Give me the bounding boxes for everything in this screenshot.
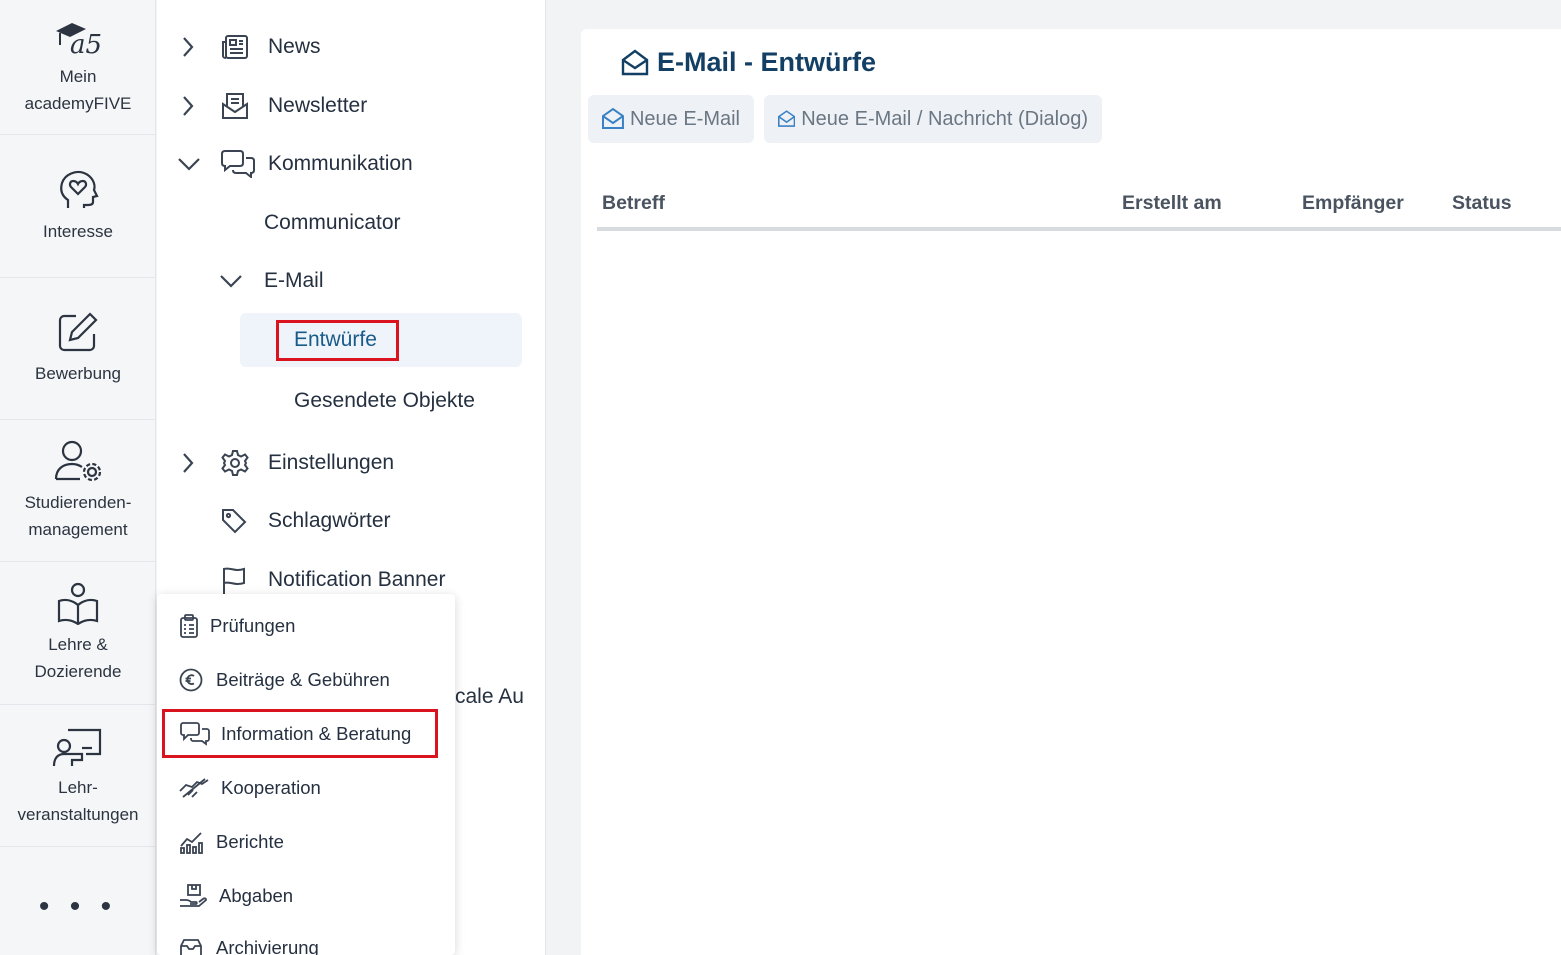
- chevron-down-icon: [178, 158, 200, 171]
- new-email-label: Neue E-Mail: [629, 107, 740, 130]
- hand-box-icon: [180, 884, 207, 907]
- tree-item-gesendete-objekte[interactable]: Gesendete Objekte: [157, 381, 537, 421]
- newspaper-icon: [222, 35, 248, 59]
- tree-label-gesendete: Gesendete Objekte: [294, 389, 475, 412]
- tree-label-partial: cale Au: [455, 685, 524, 708]
- menu-item-beitraege-gebuehren[interactable]: Beiträge & Gebühren: [157, 656, 455, 704]
- bar-chart-icon: [180, 832, 203, 854]
- book-reader-icon: [57, 582, 99, 625]
- highlight-box-entwuerfe: [276, 320, 399, 361]
- tree-label-einstellungen: Einstellungen: [268, 451, 395, 474]
- presentation-icon: [52, 728, 102, 766]
- chevron-down-icon: [220, 275, 242, 288]
- column-header-erstellt-am[interactable]: Erstellt am: [1122, 192, 1222, 215]
- menu-item-archivierung[interactable]: Archivierung: [157, 924, 455, 955]
- tree-item-newsletter[interactable]: Newsletter: [157, 86, 537, 126]
- menu-item-berichte[interactable]: Berichte: [157, 818, 455, 866]
- academyfive-logo-icon: a5: [56, 23, 102, 57]
- newsletter-icon: [222, 93, 248, 119]
- chevron-right-icon: [183, 37, 194, 57]
- rail-item-bewerbung[interactable]: Bewerbung: [0, 278, 156, 420]
- menu-label: Prüfungen: [210, 615, 296, 636]
- main-content-panel: E-Mail - Entwürfe Neue E-Mail Neue E-Mai…: [581, 29, 1561, 955]
- handshake-icon: [179, 778, 209, 798]
- table-header-divider: [597, 227, 1561, 231]
- rail-label: Lehr- veranstaltungen: [17, 777, 139, 824]
- tree-label-email: E-Mail: [264, 269, 324, 292]
- euro-icon: [179, 668, 203, 692]
- user-gear-icon: [54, 440, 102, 481]
- flag-icon: [223, 567, 245, 594]
- rail-item-studierendenmanagement[interactable]: Studierenden- management: [0, 420, 156, 562]
- column-header-status[interactable]: Status: [1452, 192, 1512, 215]
- tree-item-schlagwoerter[interactable]: Schlagwörter: [157, 501, 537, 541]
- page-title-text: E-Mail - Entwürfe: [657, 47, 877, 77]
- envelope-open-icon: [621, 49, 649, 75]
- module-flyout-menu: Prüfungen Beiträge & Gebühren Informatio…: [157, 594, 455, 955]
- tree-item-kommunikation[interactable]: Kommunikation: [157, 144, 537, 184]
- rail-item-interesse[interactable]: Interesse: [0, 135, 156, 278]
- envelope-open-icon: [778, 110, 796, 127]
- rail-label: Bewerbung: [34, 364, 121, 383]
- rail-label: Lehre & Dozierende: [34, 635, 122, 681]
- archive-icon: [180, 939, 202, 955]
- rail-label: Interesse: [43, 221, 113, 241]
- tree-item-communicator[interactable]: Communicator: [157, 203, 537, 243]
- tree-label-newsletter: Newsletter: [268, 94, 368, 117]
- rail-label: Mein academyFIVE: [24, 67, 132, 113]
- chat-bubbles-icon: [221, 150, 255, 178]
- menu-item-pruefungen[interactable]: Prüfungen: [157, 602, 455, 650]
- tree-label-kommunikation: Kommunikation: [268, 152, 413, 175]
- chevron-right-icon: [183, 453, 194, 473]
- column-header-empfaenger[interactable]: Empfänger: [1302, 192, 1404, 215]
- chevron-right-icon: [183, 96, 194, 116]
- gear-icon: [221, 450, 249, 476]
- envelope-open-icon: [602, 108, 624, 129]
- menu-label: Abgaben: [219, 885, 294, 906]
- more-button[interactable]: • • •: [0, 890, 156, 924]
- clipboard-icon: [180, 614, 198, 638]
- rail-item-lehrveranstaltungen[interactable]: Lehr- veranstaltungen: [0, 705, 156, 847]
- edit-icon: [58, 312, 98, 352]
- column-header-betreff[interactable]: Betreff: [602, 192, 665, 215]
- menu-item-kooperation[interactable]: Kooperation: [157, 764, 455, 812]
- svg-text:a5: a5: [70, 30, 102, 57]
- new-email-dialog-button[interactable]: Neue E-Mail / Nachricht (Dialog): [764, 95, 1102, 143]
- tree-item-news[interactable]: News: [157, 27, 537, 67]
- page-title: E-Mail - Entwürfe: [621, 47, 876, 78]
- menu-item-abgaben[interactable]: Abgaben: [157, 872, 455, 920]
- new-email-dialog-label: Neue E-Mail / Nachricht (Dialog): [801, 107, 1088, 130]
- menu-label: Archivierung: [216, 937, 319, 955]
- tree-label-news: News: [268, 35, 321, 58]
- menu-label: Kooperation: [221, 777, 321, 798]
- tree-item-einstellungen[interactable]: Einstellungen: [157, 443, 537, 483]
- tree-label-notification: Notification Banner: [268, 568, 446, 591]
- tree-label-communicator: Communicator: [264, 211, 401, 234]
- highlight-box-information-beratung: [162, 709, 438, 758]
- menu-label: Berichte: [216, 831, 284, 852]
- tree-item-email[interactable]: E-Mail: [157, 261, 537, 301]
- head-heart-icon: [60, 170, 99, 208]
- rail-item-mein-academyfive[interactable]: a5 Mein academyFIVE: [0, 0, 156, 135]
- menu-label: Beiträge & Gebühren: [216, 669, 390, 690]
- tree-label-schlagwoerter: Schlagwörter: [268, 509, 391, 532]
- rail-label: Studierenden- management: [24, 492, 132, 539]
- tag-icon: [222, 509, 247, 534]
- new-email-button[interactable]: Neue E-Mail: [588, 95, 754, 143]
- rail-item-lehre-dozierende[interactable]: Lehre & Dozierende: [0, 562, 156, 705]
- main-navigation-rail: a5 Mein academyFIVE Interesse Bewerbung …: [0, 0, 156, 955]
